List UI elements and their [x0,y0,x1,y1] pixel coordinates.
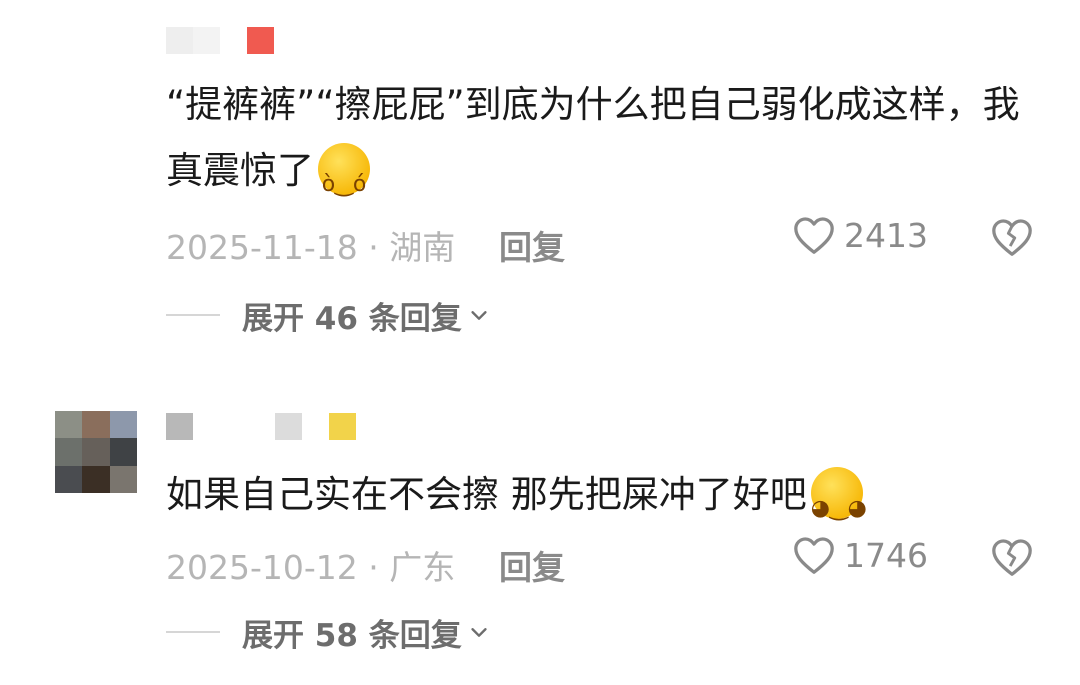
divider-line [166,631,220,633]
heart-outline-icon [794,217,834,254]
chevron-down-icon [471,311,487,320]
username-redacted[interactable] [166,413,356,440]
expand-replies-button[interactable]: 展开 46 条回复 [166,295,490,337]
like-count: 2413 [844,215,928,255]
comment-date-location: 2025-10-12 · 广东 [166,548,456,587]
heart-outline-icon [794,537,834,574]
comment-meta: 2025-10-12 · 广东 回复 1746 [166,535,1046,587]
dislike-button[interactable] [990,217,1034,265]
reply-button[interactable]: 回复 [499,221,565,269]
like-count: 1746 [844,535,928,575]
like-button[interactable]: 1746 [792,535,928,575]
username-redacted[interactable] [166,27,276,54]
comment-text: 如果自己实在不会擦 那先把屎冲了好吧 [166,462,1026,542]
expand-replies-label: 展开 58 条回复 [242,617,462,654]
broken-heart-icon [992,219,1032,256]
comment-text-content: “提裤裤”“擦屁屁”到底为什么把自己弱化成这样，我真震惊了 [166,83,1020,192]
expand-replies-label: 展开 46 条回复 [242,300,462,337]
expand-replies-button[interactable]: 展开 58 条回复 [166,612,490,654]
dislike-button[interactable] [990,537,1034,585]
smiling-face-emoji-icon [810,467,863,542]
like-button[interactable]: 2413 [792,215,928,255]
comment-text: “提裤裤”“擦屁屁”到底为什么把自己弱化成这样，我真震惊了 [166,72,1026,218]
comment-item: 如果自己实在不会擦 那先把屎冲了好吧 2025-10-12 · 广东 回复 17… [0,360,1080,685]
comment-date-location: 2025-11-18 · 湖南 [166,228,456,267]
comment-item: “提裤裤”“擦屁屁”到底为什么把自己弱化成这样，我真震惊了 2025-11-18… [0,0,1080,360]
broken-heart-icon [992,539,1032,576]
comment-meta: 2025-11-18 · 湖南 回复 2413 [166,215,1046,267]
reply-button[interactable]: 回复 [499,541,565,589]
shocked-face-emoji-icon [318,143,370,218]
divider-line [166,314,220,316]
comment-text-content: 如果自己实在不会擦 那先把屎冲了好吧 [166,473,807,516]
avatar[interactable] [55,411,137,493]
chevron-down-icon [471,628,487,637]
